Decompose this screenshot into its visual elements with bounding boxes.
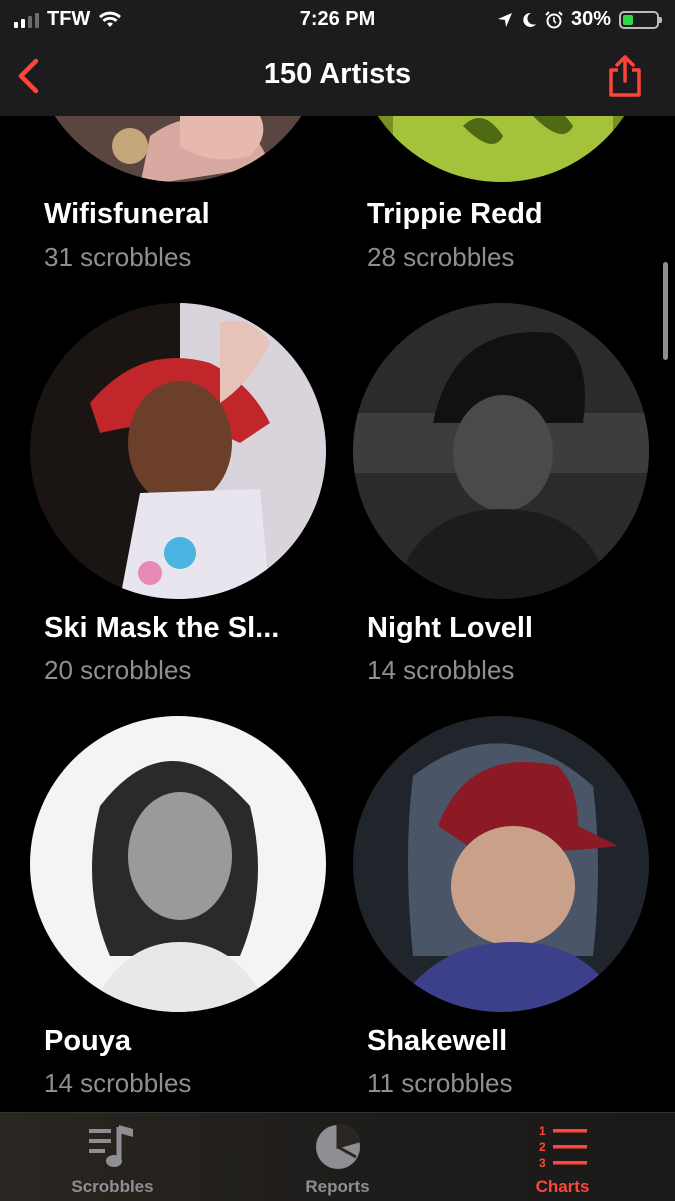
artist-scrobble-count: 28 scrobbles xyxy=(367,242,515,272)
tab-charts-label: Charts xyxy=(535,1177,590,1196)
scroll-indicator[interactable] xyxy=(663,262,668,360)
share-icon xyxy=(609,55,641,97)
moon-icon xyxy=(523,12,536,27)
svg-text:3: 3 xyxy=(539,1156,546,1170)
artist-name: Trippie Redd xyxy=(367,198,543,230)
artist-photo xyxy=(353,303,649,599)
page-title: 150 Artists xyxy=(263,58,412,90)
alarm-icon xyxy=(545,10,563,28)
tab-charts[interactable]: 1 2 3 Charts xyxy=(450,1113,675,1201)
svg-text:2: 2 xyxy=(539,1140,546,1154)
numbered-list-icon: 1 2 3 xyxy=(539,1124,587,1170)
top-bar: TFW 7:26 PM 30% 150 Artists xyxy=(0,0,675,116)
battery-charging-icon xyxy=(619,10,662,29)
artist-scrobble-count: 14 scrobbles xyxy=(367,655,515,685)
artist-photo xyxy=(30,303,326,599)
artist-scrobble-count: 14 scrobbles xyxy=(44,1068,192,1098)
svg-text:1: 1 xyxy=(539,1124,546,1138)
artist-name: Night Lovell xyxy=(367,612,533,644)
tab-scrobbles-label: Scrobbles xyxy=(71,1177,154,1196)
pie-chart-icon xyxy=(315,1123,361,1169)
nav-bar: 150 Artists xyxy=(0,38,675,116)
artist-photo xyxy=(30,716,326,1012)
artist-name: Ski Mask the Sl... xyxy=(44,612,280,644)
artist-scrobble-count: 20 scrobbles xyxy=(44,655,192,685)
music-note-list-icon xyxy=(88,1125,133,1167)
battery-percent: 30% xyxy=(570,8,611,30)
artist-name: Pouya xyxy=(44,1025,132,1057)
status-bar: TFW 7:26 PM 30% xyxy=(0,0,675,38)
share-button[interactable] xyxy=(605,54,645,98)
status-right: 30% xyxy=(497,8,662,31)
artist-name: Wifisfuneral xyxy=(44,198,210,230)
tab-reports-label: Reports xyxy=(305,1177,370,1196)
tab-bar: Scrobbles Reports 1 2 3 Charts xyxy=(0,1112,675,1201)
artist-scrobble-count: 11 scrobbles xyxy=(367,1068,513,1098)
tab-scrobbles[interactable]: Scrobbles xyxy=(0,1113,225,1201)
artist-name: Shakewell xyxy=(367,1025,508,1057)
artist-scrobble-count: 31 scrobbles xyxy=(44,242,192,272)
artists-grid: Wifisfuneral 31 scrobbles Trippie Redd 2… xyxy=(0,0,675,1200)
artist-photo xyxy=(353,716,649,1012)
tab-reports[interactable]: Reports xyxy=(225,1113,450,1201)
location-icon xyxy=(497,12,512,27)
